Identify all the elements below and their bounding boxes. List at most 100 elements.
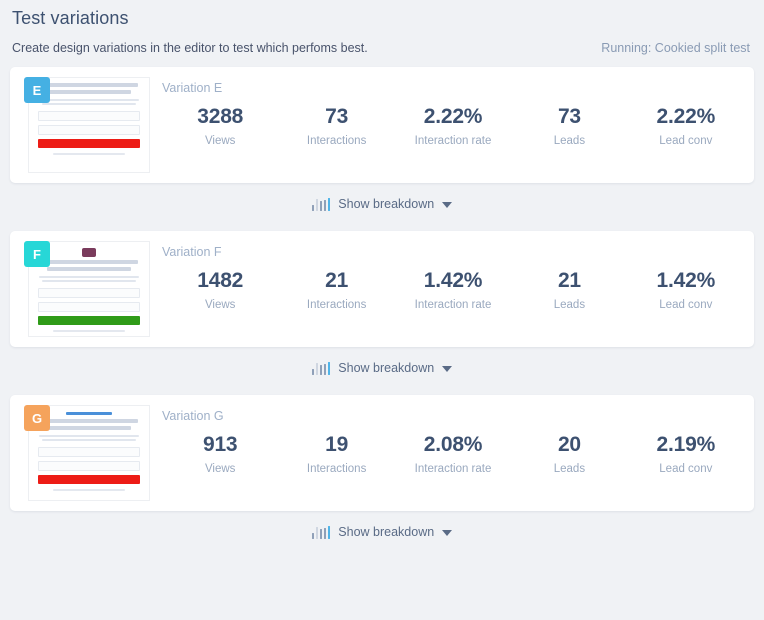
metric-views: 913 Views bbox=[162, 433, 278, 475]
chevron-down-icon[interactable] bbox=[442, 366, 453, 372]
show-breakdown-label: Show breakdown bbox=[338, 361, 435, 375]
variation-name: Variation G bbox=[162, 409, 224, 423]
metric-value: 3288 bbox=[197, 105, 244, 128]
variation-name: Variation F bbox=[162, 245, 222, 259]
thumbnail-form-field bbox=[38, 110, 140, 121]
thumbnail-footer-line bbox=[53, 488, 125, 491]
metric-value: 73 bbox=[557, 105, 581, 128]
metric-lead-conv: 1.42% Lead conv bbox=[628, 269, 744, 311]
show-breakdown-button[interactable]: Show breakdown bbox=[0, 347, 764, 389]
page-header: Test variations Create design variations… bbox=[0, 0, 764, 55]
thumbnail-logo bbox=[82, 248, 96, 257]
metric-label: Interaction rate bbox=[414, 135, 492, 148]
variation-block: F Variation F 1482 Views 21 Interactions… bbox=[0, 231, 764, 389]
metric-value: 2.22% bbox=[423, 105, 483, 128]
variation-details: Variation G 913 Views 19 Interactions 2.… bbox=[150, 395, 754, 511]
variations-list: E Variation E 3288 Views 73 Interactions… bbox=[0, 67, 764, 553]
metric-value: 2.08% bbox=[423, 433, 483, 456]
metric-value: 2.19% bbox=[656, 433, 716, 456]
variation-card[interactable]: E Variation E 3288 Views 73 Interactions… bbox=[10, 67, 754, 183]
metric-views: 3288 Views bbox=[162, 105, 278, 147]
metric-value: 21 bbox=[557, 269, 581, 292]
thumbnail-headline-line bbox=[47, 266, 131, 271]
show-breakdown-button[interactable]: Show breakdown bbox=[0, 511, 764, 553]
variation-badge: G bbox=[24, 405, 50, 431]
thumbnail-form-field bbox=[38, 446, 140, 457]
thumbnail-footer-line bbox=[53, 152, 125, 155]
metric-leads: 20 Leads bbox=[511, 433, 627, 475]
metric-interaction-rate: 1.42% Interaction rate bbox=[395, 269, 511, 311]
metric-value: 913 bbox=[202, 433, 238, 456]
show-breakdown-button[interactable]: Show breakdown bbox=[0, 183, 764, 225]
metric-label: Views bbox=[204, 299, 236, 312]
thumbnail-topbar bbox=[66, 412, 112, 415]
thumbnail-headline-line bbox=[47, 89, 131, 94]
thumbnail-form-field bbox=[38, 301, 140, 312]
metrics-row: 913 Views 19 Interactions 2.08% Interact… bbox=[162, 433, 744, 475]
bar-chart-icon bbox=[311, 525, 331, 539]
metric-label: Leads bbox=[553, 299, 586, 312]
metric-label: Interactions bbox=[306, 299, 367, 312]
metric-value: 21 bbox=[325, 269, 349, 292]
page-title: Test variations bbox=[12, 8, 129, 28]
metric-label: Lead conv bbox=[659, 299, 713, 312]
metric-label: Lead conv bbox=[659, 135, 713, 148]
thumbnail-headline-line bbox=[40, 83, 138, 87]
chevron-down-icon[interactable] bbox=[442, 530, 453, 536]
thumbnail-body-line bbox=[42, 438, 136, 441]
metric-value: 2.22% bbox=[656, 105, 716, 128]
metric-interactions: 19 Interactions bbox=[278, 433, 394, 475]
metric-leads: 21 Leads bbox=[511, 269, 627, 311]
thumbnail-form-field bbox=[38, 460, 140, 471]
thumbnail-body-line bbox=[42, 102, 136, 105]
show-breakdown-label: Show breakdown bbox=[338, 197, 435, 211]
metric-label: Leads bbox=[553, 135, 586, 148]
bar-chart-icon bbox=[311, 197, 331, 211]
page-subtitle: Create design variations in the editor t… bbox=[12, 41, 368, 55]
variation-card[interactable]: G Variation G 913 Views 19 Interactions … bbox=[10, 395, 754, 511]
thumbnail-form-field bbox=[38, 124, 140, 135]
metric-interactions: 73 Interactions bbox=[278, 105, 394, 147]
thumbnail-cta-button bbox=[38, 474, 140, 484]
metrics-row: 3288 Views 73 Interactions 2.22% Interac… bbox=[162, 105, 744, 147]
thumbnail-headline-line bbox=[47, 425, 131, 430]
variation-block: E Variation E 3288 Views 73 Interactions… bbox=[0, 67, 764, 225]
metric-value: 1.42% bbox=[423, 269, 483, 292]
thumbnail-form-field bbox=[38, 287, 140, 298]
metric-label: Lead conv bbox=[659, 463, 713, 476]
variation-details: Variation F 1482 Views 21 Interactions 1… bbox=[150, 231, 754, 347]
test-status-label: Running: Cookied split test bbox=[601, 41, 750, 55]
variation-name: Variation E bbox=[162, 81, 223, 95]
thumbnail-cta-button bbox=[38, 315, 140, 325]
metric-value: 1482 bbox=[197, 269, 244, 292]
metrics-row: 1482 Views 21 Interactions 1.42% Interac… bbox=[162, 269, 744, 311]
metric-label: Interaction rate bbox=[414, 299, 492, 312]
metric-interaction-rate: 2.08% Interaction rate bbox=[395, 433, 511, 475]
metric-label: Views bbox=[204, 135, 236, 148]
variation-block: G Variation G 913 Views 19 Interactions … bbox=[0, 395, 764, 553]
variation-card[interactable]: F Variation F 1482 Views 21 Interactions… bbox=[10, 231, 754, 347]
metric-value: 19 bbox=[325, 433, 349, 456]
metric-value: 73 bbox=[325, 105, 349, 128]
variation-details: Variation E 3288 Views 73 Interactions 2… bbox=[150, 67, 754, 183]
metric-interaction-rate: 2.22% Interaction rate bbox=[395, 105, 511, 147]
thumbnail-headline-line bbox=[40, 260, 138, 264]
metric-label: Views bbox=[204, 463, 236, 476]
metric-label: Interactions bbox=[306, 463, 367, 476]
bar-chart-icon bbox=[311, 361, 331, 375]
metric-label: Interactions bbox=[306, 135, 367, 148]
metric-leads: 73 Leads bbox=[511, 105, 627, 147]
thumbnail-cta-button bbox=[38, 138, 140, 148]
metric-value: 20 bbox=[557, 433, 581, 456]
variation-badge: F bbox=[24, 241, 50, 267]
subtitle-row: Create design variations in the editor t… bbox=[12, 41, 752, 55]
thumbnail-body-line bbox=[39, 434, 139, 437]
thumbnail-body-line bbox=[42, 279, 136, 282]
metric-label: Leads bbox=[553, 463, 586, 476]
thumbnail-body-line bbox=[39, 275, 139, 278]
thumbnail-body-line bbox=[39, 98, 139, 101]
metric-views: 1482 Views bbox=[162, 269, 278, 311]
variation-badge: E bbox=[24, 77, 50, 103]
chevron-down-icon[interactable] bbox=[442, 202, 453, 208]
thumbnail-headline-line bbox=[40, 419, 138, 423]
